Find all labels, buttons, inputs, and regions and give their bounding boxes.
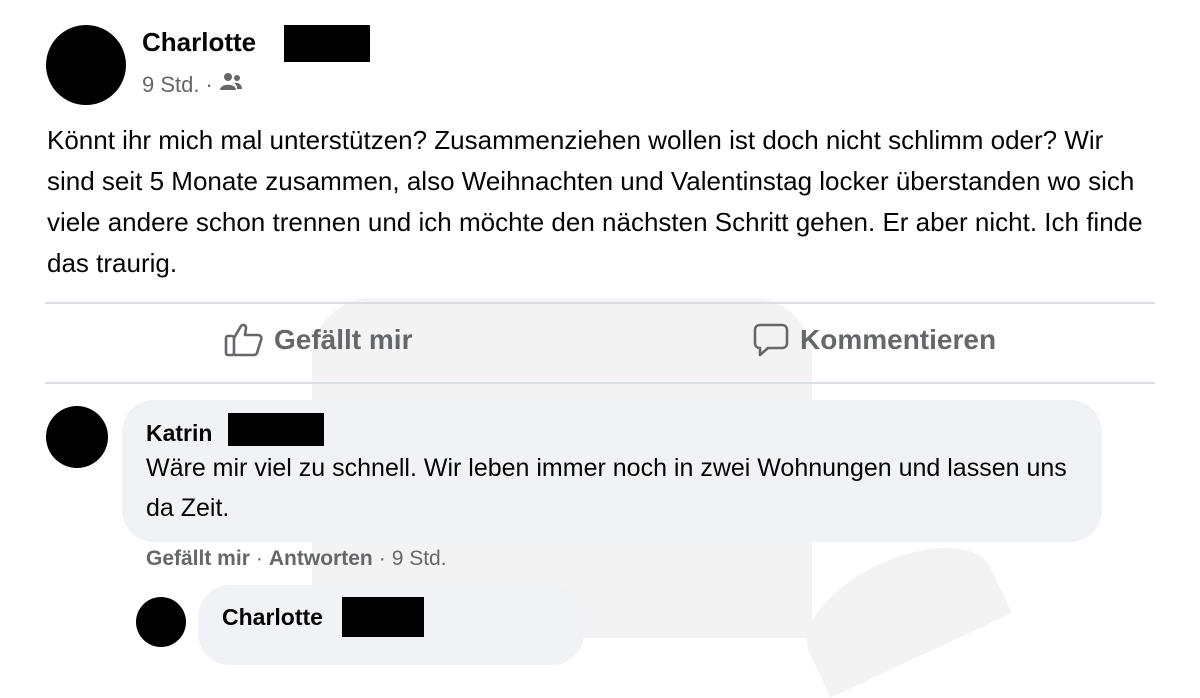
thumbs-up-icon: [224, 322, 264, 358]
comment-actions: Gefällt mir · Antworten · 9 Std.: [146, 547, 447, 571]
comment-reply-link[interactable]: Antworten: [269, 547, 373, 571]
friends-icon[interactable]: [219, 72, 243, 98]
comment-actions-separator: ·: [255, 547, 263, 570]
like-label: Gefällt mir: [274, 324, 413, 355]
background-watermark-tail: [788, 522, 1012, 698]
post-meta: 9 Std. ·: [142, 72, 243, 98]
post-author-name[interactable]: Charlotte: [142, 27, 256, 58]
reply-author-name[interactable]: Charlotte: [222, 604, 323, 631]
redacted-surname: [284, 25, 370, 62]
meta-separator: ·: [205, 72, 213, 97]
comment-actions-separator: ·: [378, 547, 386, 570]
post-author-avatar[interactable]: [46, 25, 126, 105]
reply-author-avatar[interactable]: [136, 597, 186, 647]
comment-like-link[interactable]: Gefällt mir: [146, 547, 250, 571]
divider-bottom: [45, 382, 1155, 384]
comment-time[interactable]: 9 Std.: [392, 547, 447, 571]
like-button[interactable]: Gefällt mir: [224, 322, 412, 358]
comment-author-name[interactable]: Katrin: [146, 420, 212, 447]
speech-bubble-icon: [752, 322, 790, 358]
comment-author-avatar[interactable]: [46, 406, 108, 468]
comment-label: Kommentieren: [800, 324, 997, 355]
post-time[interactable]: 9 Std.: [142, 72, 199, 98]
redacted-surname: [228, 413, 324, 446]
divider-top: [45, 302, 1155, 304]
post-text: Könnt ihr mich mal unterstützen? Zusamme…: [47, 125, 1143, 278]
redacted-surname: [342, 597, 424, 637]
comment-button[interactable]: Kommentieren: [752, 322, 996, 358]
comment-text: Wäre mir viel zu schnell. Wir leben imme…: [146, 454, 1067, 522]
